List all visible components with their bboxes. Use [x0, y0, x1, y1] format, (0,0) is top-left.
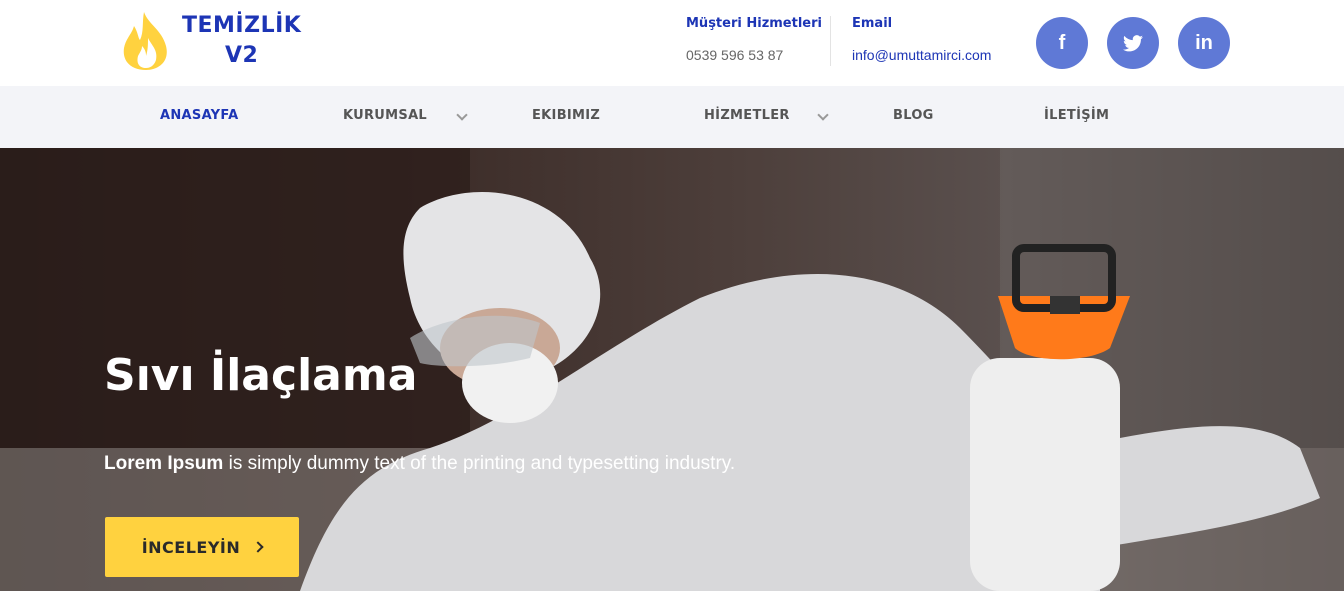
hero-description: Lorem Ipsum is simply dummy text of the … — [104, 453, 735, 475]
nav-item-hizmetler[interactable]: HİZMETLER — [704, 108, 790, 123]
nav-item-ekibimiz[interactable]: EKIBIMIZ — [532, 108, 600, 123]
linkedin-button[interactable]: in — [1178, 17, 1230, 69]
nav-item-anasayfa[interactable]: ANASAYFA — [160, 108, 238, 123]
contact-phone: Müşteri Hizmetleri 0539 596 53 87 — [686, 16, 822, 63]
hero-text-rest: is simply dummy text of the printing and… — [223, 453, 736, 474]
hero-text-bold: Lorem Ipsum — [104, 453, 224, 474]
nav-item-blog[interactable]: BLOG — [893, 108, 934, 123]
twitter-button[interactable] — [1107, 17, 1159, 69]
chevron-down-icon[interactable] — [454, 108, 470, 126]
main-nav: ANASAYFA KURUMSAL EKIBIMIZ HİZMETLER BLO… — [0, 86, 1344, 148]
facebook-button[interactable]: f — [1036, 17, 1088, 69]
top-header: TEMİZLİK V2 Müşteri Hizmetleri 0539 596 … — [0, 0, 1344, 86]
phone-label: Müşteri Hizmetleri — [686, 16, 822, 31]
facebook-icon: f — [1058, 31, 1066, 54]
email-value[interactable]: info@umuttamirci.com — [852, 47, 991, 63]
logo-line-2: V2 — [224, 43, 259, 68]
linkedin-icon: in — [1195, 31, 1213, 54]
logo-text: TEMİZLİK V2 — [182, 11, 301, 71]
button-label: İNCELEYİN — [141, 537, 241, 557]
inceleyin-button[interactable]: İNCELEYİN — [105, 517, 299, 577]
site-logo[interactable]: TEMİZLİK V2 — [118, 10, 301, 72]
nav-item-kurumsal[interactable]: KURUMSAL — [343, 108, 427, 123]
flame-logo-icon — [123, 12, 167, 70]
hero-title: Sıvı İlaçlama — [104, 350, 418, 401]
hero-banner: Sıvı İlaçlama Lorem Ipsum is simply dumm… — [0, 148, 1344, 591]
logo-line-1: TEMİZLİK — [182, 13, 302, 38]
chevron-right-icon — [252, 541, 264, 553]
contact-divider — [830, 16, 831, 66]
chevron-down-icon[interactable] — [815, 108, 831, 126]
email-label: Email — [852, 16, 893, 31]
twitter-icon — [1123, 34, 1143, 51]
phone-value[interactable]: 0539 596 53 87 — [686, 47, 822, 63]
contact-email: Email info@umuttamirci.com — [852, 16, 991, 63]
nav-item-iletisim[interactable]: İLETİŞİM — [1044, 108, 1109, 123]
